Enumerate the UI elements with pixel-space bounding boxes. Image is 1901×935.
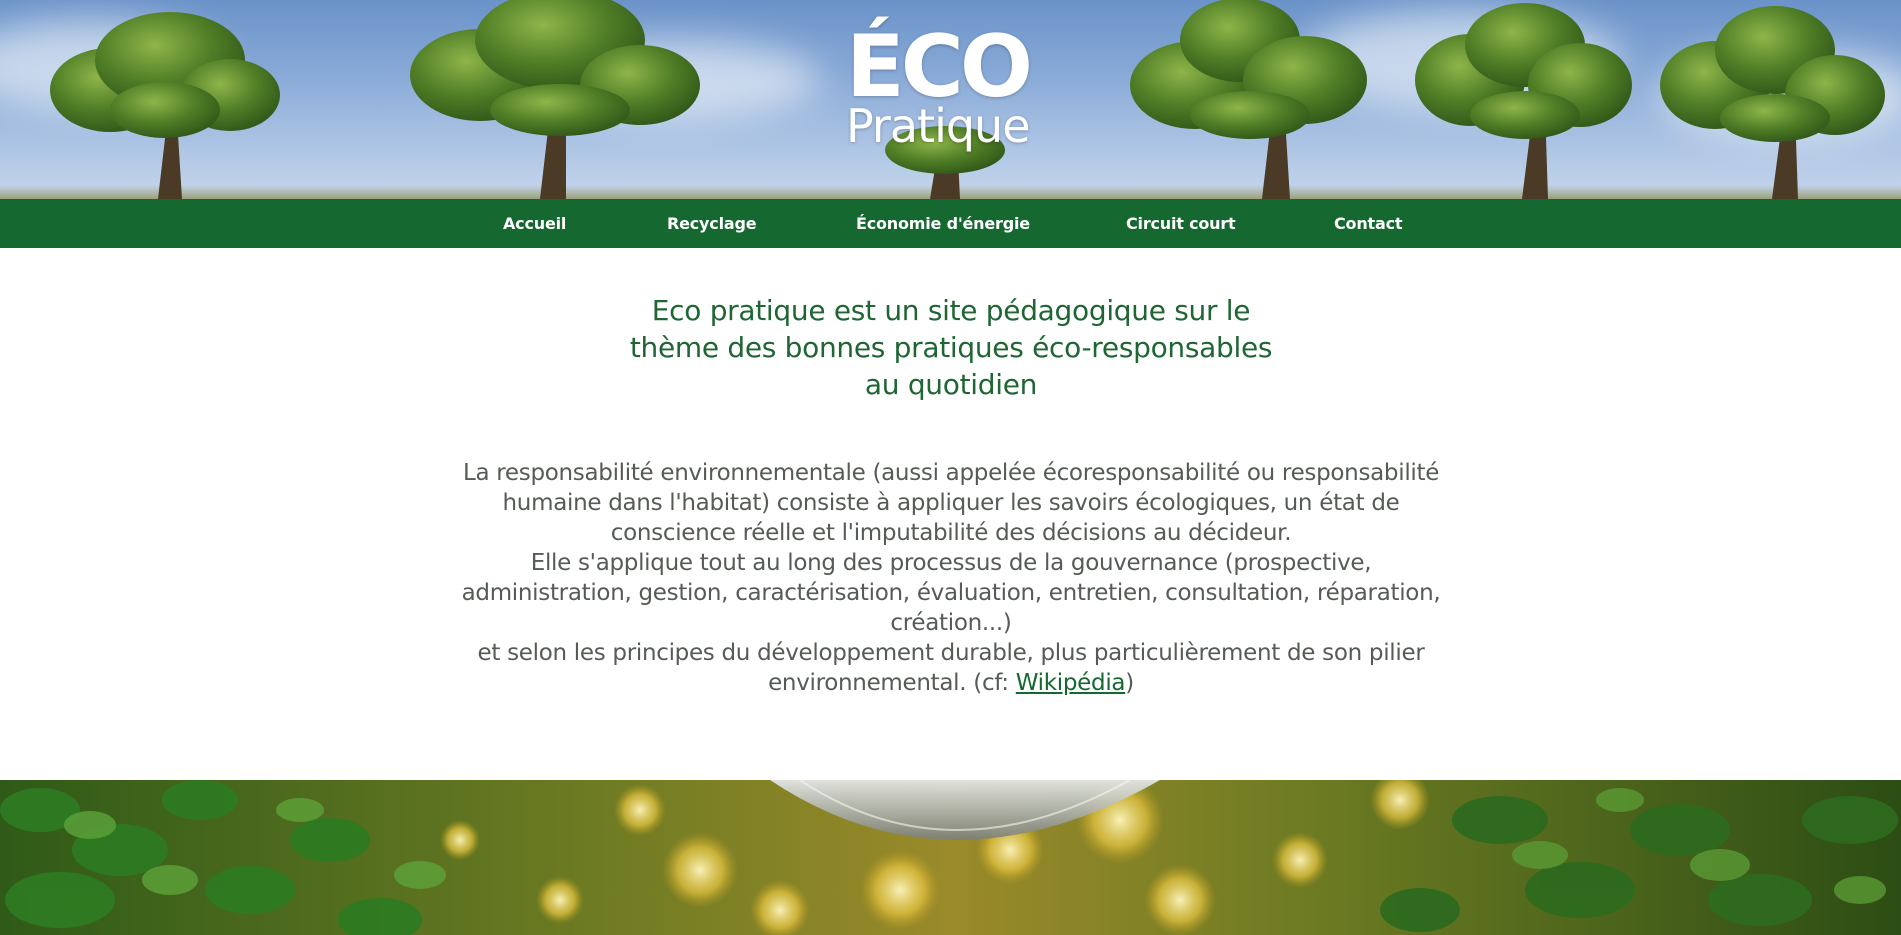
site-logo[interactable]: ÉCO Pratique <box>846 22 1066 153</box>
main-navigation: Accueil Recyclage Économie d'énergie Cir… <box>0 199 1901 248</box>
paragraph-line-3-prefix: et selon les principes du développement … <box>477 640 1425 696</box>
nav-item-economie-energie[interactable]: Économie d'énergie <box>856 199 1030 248</box>
tree-5 <box>1415 3 1632 199</box>
paragraph-line-3-suffix: ) <box>1125 670 1134 696</box>
intro-paragraph: La responsabilité environnementale (auss… <box>455 458 1447 698</box>
main-content: Eco pratique est un site pédagogique sur… <box>0 248 1901 780</box>
paragraph-line-1: La responsabilité environnementale (auss… <box>462 460 1440 546</box>
tree-1 <box>50 12 280 199</box>
nav-item-contact[interactable]: Contact <box>1334 199 1403 248</box>
logo-sub-text: Pratique <box>846 99 1031 153</box>
bottom-banner-image <box>0 780 1901 935</box>
tree-6 <box>1660 6 1885 199</box>
nav-item-accueil[interactable]: Accueil <box>503 199 566 248</box>
hero-banner: ÉCO Pratique <box>0 0 1901 199</box>
tree-2 <box>410 0 700 199</box>
nav-item-recyclage[interactable]: Recyclage <box>667 199 757 248</box>
nav-item-circuit-court[interactable]: Circuit court <box>1126 199 1236 248</box>
wikipedia-link[interactable]: Wikipédia <box>1016 670 1126 696</box>
globe-leaves-illustration <box>0 780 1901 935</box>
tree-4 <box>1130 0 1367 199</box>
paragraph-line-2: Elle s'applique tout au long des process… <box>461 550 1441 636</box>
intro-heading: Eco pratique est un site pédagogique sur… <box>629 294 1273 401</box>
